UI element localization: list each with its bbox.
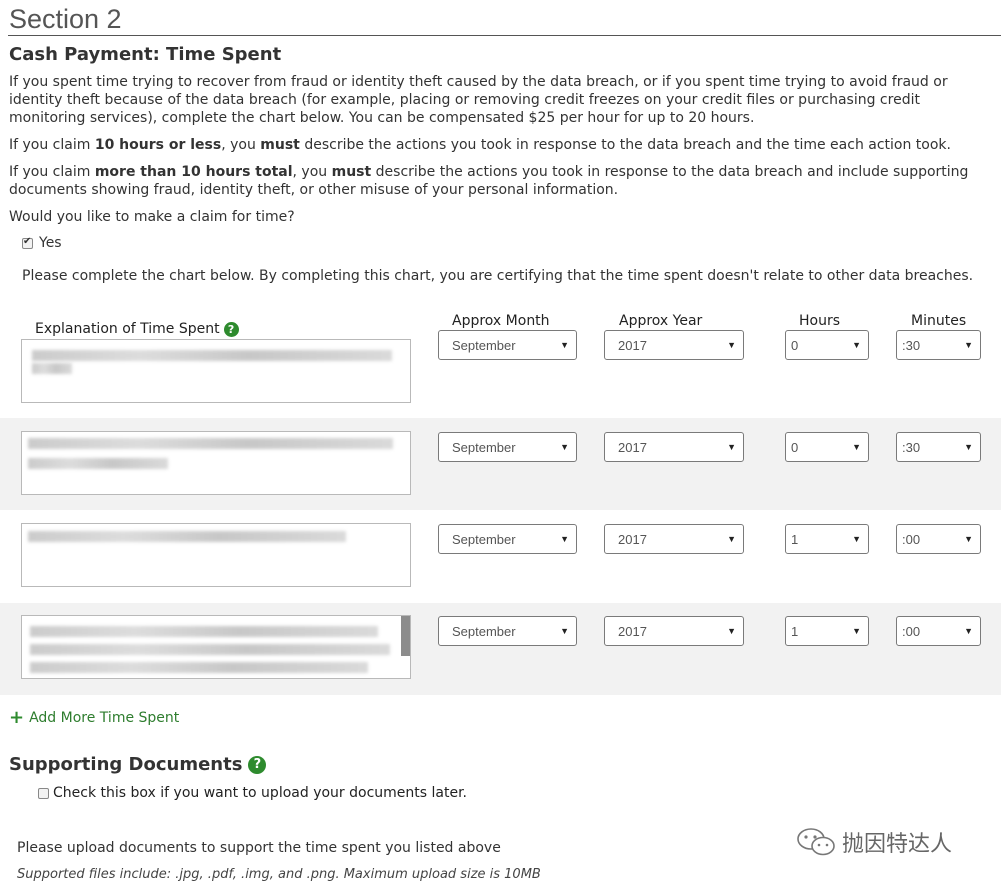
help-icon[interactable]: ? [223,321,239,337]
supporting-documents-title: Supporting Documents ? [9,754,267,775]
month-select[interactable]: September ▼ [438,524,577,554]
hours-select[interactable]: 0 ▼ [785,330,869,360]
chevron-down-icon: ▼ [852,534,861,544]
chevron-down-icon: ▼ [964,340,973,350]
claim-question: Would you like to make a claim for time? [9,209,295,225]
wechat-logo-icon [797,828,835,856]
chevron-down-icon: ▼ [727,442,736,452]
chevron-down-icon: ▼ [727,626,736,636]
text-span: If you claim [9,164,95,180]
select-value: 1 [791,623,799,639]
minutes-select[interactable]: :30 ▼ [896,432,981,462]
year-column-header: Approx Year [619,313,703,329]
chevron-down-icon: ▼ [560,340,569,350]
add-more-label: Add More Time Spent [29,710,180,726]
select-value: :30 [902,439,921,455]
emphasis-text: must [260,137,300,153]
supporting-title-text: Supporting Documents [9,754,243,775]
upload-later-checkbox[interactable] [38,787,49,799]
help-icon[interactable]: ? [248,755,267,774]
chevron-down-icon: ▼ [964,534,973,544]
minutes-column-header: Minutes [911,313,967,329]
ten-hours-or-less-paragraph: If you claim 10 hours or less, you must … [9,136,994,154]
plus-icon: + [9,707,25,728]
month-column-header: Approx Month [452,313,550,329]
select-value: September [452,531,516,547]
month-select[interactable]: September ▼ [438,616,577,646]
select-value: September [452,337,516,353]
chevron-down-icon: ▼ [964,626,973,636]
hours-select[interactable]: 1 ▼ [785,524,869,554]
yes-option[interactable]: Yes [22,235,62,251]
subsection-title: Cash Payment: Time Spent [9,44,282,65]
hours-select[interactable]: 0 ▼ [785,432,869,462]
select-value: 0 [791,439,799,455]
chevron-down-icon: ▼ [852,340,861,350]
explanation-textarea[interactable] [21,431,411,495]
chevron-down-icon: ▼ [727,340,736,350]
year-select[interactable]: 2017 ▼ [604,432,744,462]
text-span: , you [221,137,261,153]
select-value: :00 [902,623,921,639]
chevron-down-icon: ▼ [560,442,569,452]
select-value: 1 [791,531,799,547]
chevron-down-icon: ▼ [560,626,569,636]
chevron-down-icon: ▼ [852,626,861,636]
more-than-ten-hours-paragraph: If you claim more than 10 hours total, y… [9,163,994,199]
explanation-textarea[interactable] [21,339,411,403]
explanation-textarea[interactable] [21,523,411,587]
minutes-select[interactable]: :30 ▼ [896,330,981,360]
upload-later-label: Check this box if you want to upload you… [53,785,467,801]
watermark-text: 抛因特达人 [842,832,953,857]
select-value: 2017 [618,337,647,353]
month-select[interactable]: September ▼ [438,432,577,462]
select-value: 2017 [618,439,647,455]
select-value: :00 [902,531,921,547]
select-value: :30 [902,337,921,353]
emphasis-text: must [331,164,372,180]
chart-instructions: Please complete the chart below. By comp… [22,268,974,284]
minutes-select[interactable]: :00 ▼ [896,616,981,646]
textarea-scrollbar[interactable] [401,616,410,656]
yes-label: Yes [39,235,62,251]
explanation-header-label: Explanation of Time Spent [35,321,220,337]
chevron-down-icon: ▼ [964,442,973,452]
minutes-select[interactable]: :00 ▼ [896,524,981,554]
select-value: 2017 [618,531,647,547]
explanation-textarea[interactable] [21,615,411,679]
hours-column-header: Hours [799,313,841,329]
upload-instructions: Please upload documents to support the t… [17,840,501,856]
yes-checkbox[interactable] [22,236,33,249]
year-select[interactable]: 2017 ▼ [604,524,744,554]
month-select[interactable]: September ▼ [438,330,577,360]
select-value: 0 [791,337,799,353]
text-span: describe the actions you took in respons… [299,137,951,153]
section-divider [8,35,1001,36]
hours-select[interactable]: 1 ▼ [785,616,869,646]
upload-later-option[interactable]: Check this box if you want to upload you… [38,785,467,801]
emphasis-text: 10 hours or less [94,137,222,153]
section-title: Section 2 [9,4,122,34]
watermark: 抛因特达人 [796,826,952,858]
add-more-time-link[interactable]: + Add More Time Spent [9,709,179,727]
select-value: September [452,439,516,455]
explanation-column-header: Explanation of Time Spent ? [35,321,239,337]
chevron-down-icon: ▼ [852,442,861,452]
year-select[interactable]: 2017 ▼ [604,616,744,646]
emphasis-text: more than 10 hours total [94,164,293,180]
chevron-down-icon: ▼ [727,534,736,544]
chevron-down-icon: ▼ [560,534,569,544]
select-value: 2017 [618,623,647,639]
text-span: If you claim [9,137,95,153]
intro-paragraph: If you spent time trying to recover from… [9,74,948,126]
supported-files-note: Supported files include: .jpg, .pdf, .im… [17,867,541,882]
select-value: September [452,623,516,639]
text-span: , you [292,164,332,180]
year-select[interactable]: 2017 ▼ [604,330,744,360]
